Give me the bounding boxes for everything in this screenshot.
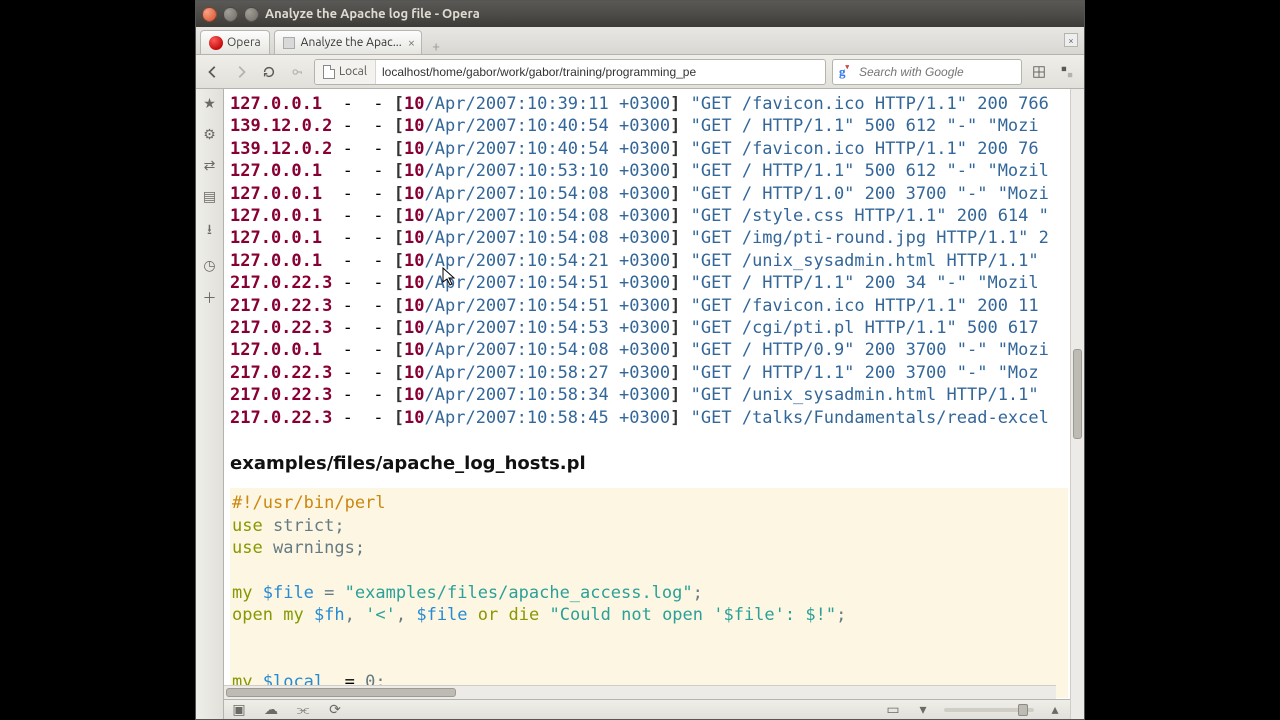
- side-panel: ★ ⚙ ⇄ ▤ ⭳ ◷ ＋: [196, 89, 224, 719]
- tab-analyze-apache[interactable]: Analyze the Apac... ×: [274, 30, 422, 54]
- search-box[interactable]: g▾: [832, 59, 1022, 85]
- log-line: 217.0.22.3 - - [10/Apr/2007:10:54:51 +03…: [230, 273, 1039, 293]
- status-bar: ▣ ☁ ⫘ ⟳ ▭ ▾ ▴: [224, 699, 1070, 719]
- log-line: 127.0.0.1 - - [10/Apr/2007:10:54:08 +030…: [230, 228, 1049, 248]
- panel-icon: [1060, 65, 1074, 79]
- document-icon: [323, 65, 335, 79]
- vertical-scroll-thumb[interactable]: [1073, 349, 1082, 439]
- bookmarks-panel-button[interactable]: ★: [201, 95, 219, 112]
- forward-arrow-icon: [234, 65, 248, 79]
- turbo-status-icon[interactable]: ☁: [262, 702, 280, 718]
- zoom-slider[interactable]: [944, 708, 1034, 712]
- apache-log-block: 127.0.0.1 - - [10/Apr/2007:10:39:11 +030…: [230, 93, 1068, 429]
- log-line: 217.0.22.3 - - [10/Apr/2007:10:54:51 +03…: [230, 296, 1039, 316]
- window-close-button[interactable]: [202, 7, 217, 22]
- window-maximize-button[interactable]: [244, 7, 259, 22]
- log-line: 139.12.0.2 - - [10/Apr/2007:10:40:54 +03…: [230, 139, 1039, 159]
- forward-button[interactable]: [230, 61, 252, 83]
- address-scheme-label: Local: [339, 65, 367, 78]
- window-titlebar: Analyze the Apache log file - Opera: [196, 1, 1084, 27]
- address-input[interactable]: [376, 65, 825, 79]
- key-icon: [290, 65, 304, 79]
- log-line: 127.0.0.1 - - [10/Apr/2007:10:54:08 +030…: [230, 184, 1049, 204]
- address-bar[interactable]: Local: [314, 59, 826, 85]
- google-icon[interactable]: g▾: [833, 64, 855, 80]
- navigation-toolbar: Local g▾: [196, 55, 1084, 89]
- turbo-button[interactable]: [286, 61, 308, 83]
- page-favicon-icon: [283, 37, 295, 49]
- view-grid-icon: [1032, 65, 1046, 79]
- settings-panel-button[interactable]: ⚙: [201, 126, 219, 143]
- tab-strip: Opera Analyze the Apac... × + ×: [196, 27, 1084, 55]
- opera-logo-icon: [209, 36, 223, 50]
- search-input[interactable]: [855, 65, 1021, 79]
- new-tab-button[interactable]: +: [426, 38, 446, 54]
- reload-icon: [262, 65, 276, 79]
- tab-close-icon[interactable]: ×: [408, 36, 415, 50]
- perl-code-block: #!/usr/bin/perl use strict; use warnings…: [230, 488, 1068, 698]
- downloads-panel-button[interactable]: ⭳: [201, 219, 219, 243]
- log-line: 127.0.0.1 - - [10/Apr/2007:10:39:11 +030…: [230, 94, 1049, 114]
- log-line: 127.0.0.1 - - [10/Apr/2007:10:54:21 +030…: [230, 251, 1039, 271]
- log-line: 127.0.0.1 - - [10/Apr/2007:10:53:10 +030…: [230, 161, 1049, 181]
- back-arrow-icon: [206, 65, 220, 79]
- sync-panel-button[interactable]: ⇄: [201, 157, 219, 174]
- fit-width-icon[interactable]: ▭: [884, 702, 902, 718]
- closed-tabs-button[interactable]: ×: [1064, 33, 1078, 47]
- window-title: Analyze the Apache log file - Opera: [265, 7, 480, 21]
- log-line: 127.0.0.1 - - [10/Apr/2007:10:54:08 +030…: [230, 206, 1049, 226]
- view-button[interactable]: [1028, 61, 1050, 83]
- horizontal-scrollbar[interactable]: [224, 685, 1056, 699]
- log-line: 127.0.0.1 - - [10/Apr/2007:10:54:08 +030…: [230, 340, 1049, 360]
- code-file-heading: examples/files/apache_log_hosts.pl: [230, 453, 1068, 474]
- tab-label: Analyze the Apac...: [301, 36, 402, 49]
- horizontal-scroll-thumb[interactable]: [226, 688, 456, 697]
- address-scheme-badge[interactable]: Local: [315, 60, 376, 84]
- opera-menu-label: Opera: [227, 36, 261, 49]
- window-minimize-button[interactable]: [223, 7, 238, 22]
- notes-panel-button[interactable]: ▤: [201, 188, 219, 205]
- zoom-in-icon[interactable]: ▴: [1046, 702, 1064, 718]
- log-line: 217.0.22.3 - - [10/Apr/2007:10:58:27 +03…: [230, 363, 1039, 383]
- page-content: 127.0.0.1 - - [10/Apr/2007:10:39:11 +030…: [224, 89, 1070, 719]
- panels-toggle-icon[interactable]: ▣: [230, 702, 248, 718]
- add-panel-button[interactable]: ＋: [201, 288, 219, 308]
- sync-status-icon[interactable]: ⟳: [326, 702, 344, 718]
- panel-toggle-button[interactable]: [1056, 61, 1078, 83]
- vertical-scrollbar[interactable]: [1070, 89, 1084, 719]
- log-line: 217.0.22.3 - - [10/Apr/2007:10:58:34 +03…: [230, 385, 1039, 405]
- link-status-icon[interactable]: ⫘: [294, 702, 312, 718]
- log-line: 217.0.22.3 - - [10/Apr/2007:10:54:53 +03…: [230, 318, 1039, 338]
- history-panel-button[interactable]: ◷: [201, 257, 219, 274]
- zoom-slider-thumb[interactable]: [1018, 704, 1028, 716]
- log-line: 217.0.22.3 - - [10/Apr/2007:10:58:45 +03…: [230, 408, 1049, 428]
- reload-button[interactable]: [258, 61, 280, 83]
- back-button[interactable]: [202, 61, 224, 83]
- opera-menu-button[interactable]: Opera: [200, 30, 270, 54]
- log-line: 139.12.0.2 - - [10/Apr/2007:10:40:54 +03…: [230, 116, 1039, 136]
- zoom-out-icon[interactable]: ▾: [914, 702, 932, 718]
